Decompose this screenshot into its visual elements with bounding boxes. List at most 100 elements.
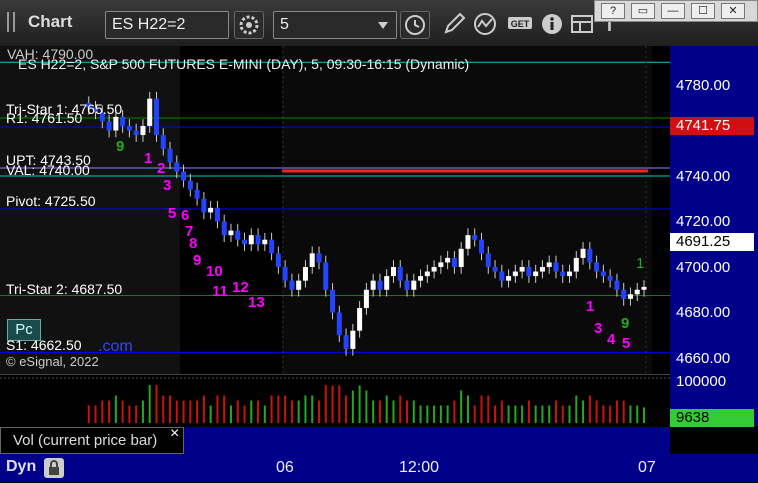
candle-body xyxy=(384,276,390,290)
price-chart-canvas xyxy=(0,46,670,374)
drag-grip-icon[interactable] xyxy=(7,12,15,32)
count-label: 1 xyxy=(586,298,595,315)
help-button[interactable]: ? xyxy=(601,3,625,19)
volume-bar xyxy=(209,405,212,423)
volume-bar xyxy=(636,405,639,423)
candle-body xyxy=(167,148,173,163)
candle-body xyxy=(323,262,329,290)
candle-body xyxy=(357,307,363,331)
candle-body xyxy=(533,271,539,277)
count-label: 3 xyxy=(594,320,603,337)
count-label-green: 9 xyxy=(621,315,630,332)
candle-body xyxy=(377,280,383,290)
volume-bar xyxy=(588,395,591,423)
candle-body xyxy=(208,207,214,213)
volume-bar xyxy=(182,400,185,423)
time-tick: 12:00 xyxy=(399,459,440,476)
candle-body xyxy=(126,125,132,131)
volume-bar xyxy=(324,385,327,423)
close-icon[interactable]: × xyxy=(170,425,179,443)
volume-bar xyxy=(507,405,510,423)
volume-bar xyxy=(290,400,293,423)
settings-gear-icon[interactable] xyxy=(234,11,264,39)
volume-bar xyxy=(311,395,314,423)
price-tick: 4740.00 xyxy=(676,168,731,185)
maximize-button[interactable]: ☐ xyxy=(691,3,715,19)
volume-bar xyxy=(87,405,90,423)
interval-selector[interactable]: 5 xyxy=(273,11,397,39)
candle-body xyxy=(133,130,139,136)
candle-body xyxy=(181,171,187,181)
lock-icon xyxy=(44,458,64,478)
candle-body xyxy=(370,280,376,290)
current-volume-badge: 9638 xyxy=(670,409,754,427)
count-label-green: 1 xyxy=(636,255,645,272)
candle-body xyxy=(431,267,437,272)
candle-body xyxy=(451,257,457,267)
time-tick: 06 xyxy=(276,459,294,476)
candle-body xyxy=(539,267,545,272)
volume-bar xyxy=(568,405,571,423)
volume-bar xyxy=(615,400,618,423)
symbol-selector[interactable]: ES H22=2 xyxy=(105,11,229,39)
candle-body xyxy=(492,267,498,272)
candle-body xyxy=(641,286,647,290)
candle-body xyxy=(221,221,227,236)
volume-bar xyxy=(345,395,348,423)
candle-body xyxy=(411,280,417,290)
candle-body xyxy=(607,276,613,281)
volume-study-label[interactable]: Vol (current price bar) xyxy=(0,427,184,454)
volume-bar xyxy=(338,385,341,423)
volume-bar xyxy=(114,395,117,423)
volume-bar xyxy=(541,405,544,423)
dyn-button[interactable]: Dyn xyxy=(4,456,68,480)
volume-bar xyxy=(317,400,320,423)
candle-body xyxy=(228,230,234,236)
volume-bar xyxy=(561,405,564,423)
candle-body xyxy=(153,98,159,136)
get-icon[interactable]: GET xyxy=(506,11,536,39)
volume-bar xyxy=(500,400,503,423)
volume-bar xyxy=(263,405,266,423)
count-label: 3 xyxy=(163,177,172,194)
volume-bar xyxy=(101,400,104,423)
volume-bar xyxy=(270,395,273,423)
volume-bar xyxy=(250,400,253,423)
candle-body xyxy=(404,280,410,290)
minimize-button[interactable]: — xyxy=(661,3,685,19)
candle-body xyxy=(478,239,484,254)
candle-body xyxy=(174,162,180,172)
count-label: 12 xyxy=(232,279,249,296)
info-icon[interactable] xyxy=(538,11,568,39)
volume-panel[interactable] xyxy=(0,374,670,427)
candle-body xyxy=(390,267,396,277)
candle-body xyxy=(275,253,281,267)
volume-bar xyxy=(365,390,368,423)
volume-bar xyxy=(527,400,530,423)
volume-bar xyxy=(629,405,632,423)
volume-bar xyxy=(141,400,144,423)
candle-body xyxy=(546,262,552,267)
candle-body xyxy=(553,262,559,272)
clock-icon[interactable] xyxy=(400,11,430,39)
candle-body xyxy=(485,253,491,267)
close-button[interactable]: ✕ xyxy=(721,3,745,19)
count-label: 8 xyxy=(189,235,198,252)
volume-bar xyxy=(223,395,226,423)
time-axis[interactable]: Dyn 06 12:00 07 xyxy=(0,454,758,482)
window-title: Chart xyxy=(28,12,73,31)
study-curve-icon[interactable] xyxy=(472,11,502,39)
candle-body xyxy=(526,267,532,277)
price-chart[interactable]: VAH: 4790.00 ES H22=2, S&P 500 FUTURES E… xyxy=(0,46,670,374)
volume-bar xyxy=(595,400,598,423)
candle-body xyxy=(309,253,315,267)
price-axis[interactable]: 4780.00 4760.00 4740.00 4720.00 4700.00 … xyxy=(670,46,758,374)
volume-study-text: Vol (current price bar) xyxy=(13,432,158,449)
candle-body xyxy=(512,271,518,277)
red-level-price-badge: 4741.75 xyxy=(670,117,754,135)
copyright: © eSignal, 2022 xyxy=(6,354,99,369)
volume-bar xyxy=(108,400,111,423)
restore-button[interactable]: ▭ xyxy=(631,3,655,19)
candle-body xyxy=(587,248,593,263)
pencil-icon[interactable] xyxy=(440,11,470,39)
